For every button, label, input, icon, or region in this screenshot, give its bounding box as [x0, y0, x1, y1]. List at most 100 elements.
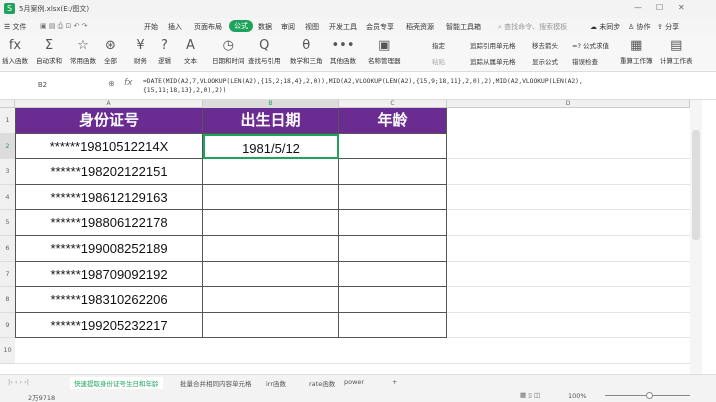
tab-1[interactable]: 插入: [168, 22, 182, 32]
table-cell[interactable]: [203, 287, 339, 313]
ribbon-button-4[interactable]: ¥ 财务: [134, 36, 147, 65]
table-cell[interactable]: ******198806122178: [15, 210, 203, 236]
row-header-1[interactable]: 1: [0, 108, 15, 134]
table-cell[interactable]: [203, 236, 339, 262]
zoom-formula-icon[interactable]: ⊕: [108, 79, 115, 88]
table-cell[interactable]: [339, 287, 447, 313]
selected-cell[interactable]: 1981/5/12: [203, 133, 339, 160]
table-cell[interactable]: ******198612129163: [15, 184, 203, 211]
row-header-2[interactable]: 2: [0, 133, 15, 160]
table-cell[interactable]: [339, 159, 447, 185]
ribbon-small-5[interactable]: 显示公式: [532, 56, 558, 66]
zoom-slider-handle[interactable]: [646, 392, 653, 399]
sheet-tab-3[interactable]: rate函数: [305, 377, 339, 389]
ribbon-small-0[interactable]: 指定: [432, 40, 445, 50]
search-box[interactable]: ⌕ 查找命令、搜索模板: [498, 22, 567, 32]
select-all-corner[interactable]: [0, 100, 15, 108]
table-cell[interactable]: ******19810512214X: [15, 133, 203, 160]
sheet-nav-icons[interactable]: |‹ ‹ › ›|: [4, 377, 33, 387]
ribbon-small-6[interactable]: =? 公式求值: [572, 40, 609, 50]
ribbon-button-1[interactable]: Σ 自动求和: [36, 36, 62, 65]
sheet-tab-0[interactable]: 快速提取身份证号生日和年龄: [70, 377, 163, 389]
table-cell[interactable]: [203, 312, 339, 339]
close-button[interactable]: ✕: [678, 3, 685, 12]
sheet-tab-4[interactable]: power: [340, 377, 368, 387]
row-header-5[interactable]: 5: [0, 210, 15, 236]
table-cell[interactable]: [339, 210, 447, 236]
fx-icon[interactable]: fx: [124, 78, 133, 88]
sheet-tab-1[interactable]: 批量合并相同内容单元格: [176, 377, 256, 389]
ribbon-right-1[interactable]: ▤ 计算工作表: [660, 36, 693, 65]
header-cell-0[interactable]: 身份证号: [15, 108, 203, 134]
row-header-7[interactable]: 7: [0, 261, 15, 288]
header-cell-1[interactable]: 出生日期: [203, 108, 339, 134]
file-menu[interactable]: ☰ 文件: [4, 22, 27, 32]
ribbon-button-6[interactable]: A 文本: [184, 36, 197, 65]
table-cell[interactable]: ******198202122151: [15, 159, 203, 185]
ribbon-button-0[interactable]: fx 插入函数: [2, 36, 28, 65]
row-header-9[interactable]: 9: [0, 312, 15, 339]
table-cell[interactable]: [339, 312, 447, 339]
column-header-C[interactable]: C: [339, 100, 447, 108]
ribbon-small-3[interactable]: 追踪从属单元格: [470, 56, 516, 66]
table-cell[interactable]: [339, 261, 447, 288]
row-header-3[interactable]: 3: [0, 159, 15, 185]
minimize-button[interactable]: —: [634, 3, 642, 12]
tab-7[interactable]: 开发工具: [329, 22, 357, 32]
maximize-button[interactable]: ☐: [656, 3, 663, 12]
ribbon-button-9[interactable]: θ 数学和三角: [290, 36, 323, 65]
vertical-scrollbar[interactable]: [690, 100, 702, 374]
table-cell[interactable]: [203, 261, 339, 288]
ribbon-small-1[interactable]: 粘贴: [432, 56, 445, 66]
ribbon-button-11[interactable]: ▣ 名称管理器: [368, 36, 401, 65]
ribbon-small-2[interactable]: 追踪引用单元格: [470, 40, 516, 50]
quick-access-icons[interactable]: ▣ ▤ ⎙ ⊡ ↶ ↷: [40, 22, 88, 31]
table-cell[interactable]: ******199008252189: [15, 236, 203, 262]
row-header-4[interactable]: 4: [0, 184, 15, 211]
tab-5[interactable]: 审阅: [281, 22, 295, 32]
tab-3[interactable]: 公式: [229, 20, 253, 32]
table-cell[interactable]: [339, 236, 447, 262]
ribbon-button-8[interactable]: Q 查找与引用: [248, 36, 281, 65]
table-cell[interactable]: [339, 133, 447, 160]
tab-2[interactable]: 页面布局: [194, 22, 222, 32]
sync-button[interactable]: ☁ 未同步: [590, 22, 620, 32]
table-cell[interactable]: ******199205232217: [15, 312, 203, 339]
column-header-A[interactable]: A: [15, 100, 203, 108]
view-mode-icons[interactable]: ▦ ▯ ◫: [520, 391, 540, 399]
tab-8[interactable]: 会员专享: [366, 22, 394, 32]
ribbon-button-2[interactable]: ☆ 常用函数: [70, 36, 96, 65]
ribbon-label: 财务: [134, 57, 147, 65]
sheet-tab-2[interactable]: irr函数: [262, 377, 290, 389]
name-box[interactable]: B2: [0, 78, 85, 92]
table-cell[interactable]: [203, 184, 339, 211]
tab-6[interactable]: 视图: [305, 22, 319, 32]
ribbon-button-7[interactable]: ◷ 日期和时间: [212, 36, 245, 65]
ribbon-button-5[interactable]: ? 逻辑: [158, 36, 171, 65]
ribbon-button-3[interactable]: ⊛ 全部: [104, 36, 117, 65]
ribbon-small-4[interactable]: 移去箭头: [532, 40, 558, 50]
tab-10[interactable]: 智能工具箱: [446, 22, 481, 32]
tab-0[interactable]: 开始: [144, 22, 158, 32]
zoom-level[interactable]: 100%: [568, 392, 587, 400]
row-header-10[interactable]: 10: [0, 338, 15, 364]
row-header-8[interactable]: 8: [0, 287, 15, 313]
table-cell[interactable]: ******198310262206: [15, 287, 203, 313]
table-cell[interactable]: [203, 210, 339, 236]
column-header-D[interactable]: D: [447, 100, 690, 108]
row-header-6[interactable]: 6: [0, 236, 15, 262]
formula-input[interactable]: =DATE(MID(A2,7,VLOOKUP(LEN(A2),{15,2;18,…: [143, 77, 703, 95]
tab-9[interactable]: 稻壳资源: [406, 22, 434, 32]
header-cell-2[interactable]: 年龄: [339, 108, 447, 134]
ribbon-small-7[interactable]: 错误检查: [572, 56, 598, 66]
table-cell[interactable]: [339, 184, 447, 211]
table-cell[interactable]: [203, 159, 339, 185]
share-button[interactable]: ⇪ 分享: [657, 22, 679, 32]
table-cell[interactable]: ******198709092192: [15, 261, 203, 288]
collab-button[interactable]: ♙ 协作: [628, 22, 651, 32]
ribbon-button-10[interactable]: ••• 其他函数: [330, 36, 356, 65]
tab-4[interactable]: 数据: [258, 22, 272, 32]
column-header-B[interactable]: B: [203, 100, 339, 108]
add-sheet-button[interactable]: +: [388, 377, 401, 387]
ribbon-right-0[interactable]: ▦ 重算工作簿: [620, 36, 653, 65]
